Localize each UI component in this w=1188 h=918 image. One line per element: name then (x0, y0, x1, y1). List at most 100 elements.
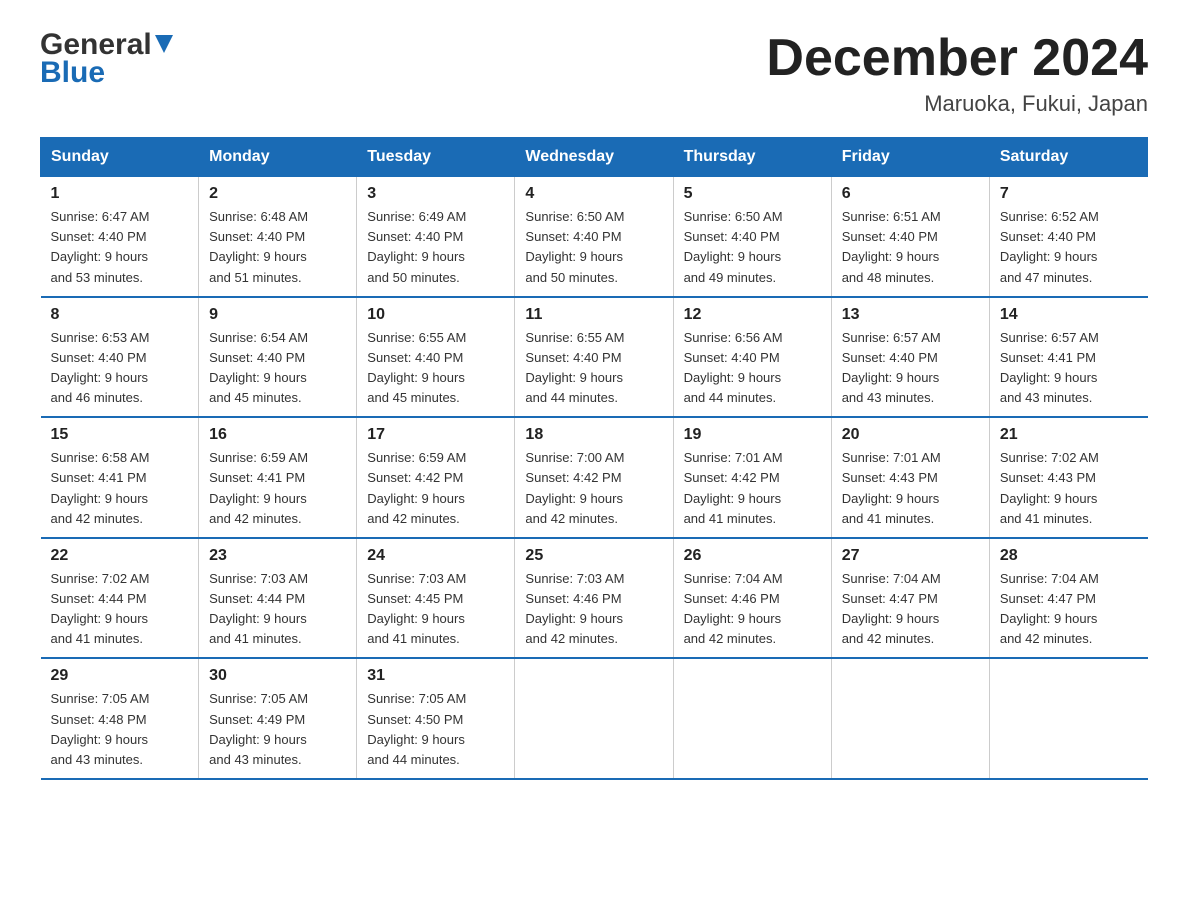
sunset-label: Sunset: 4:44 PM (51, 591, 147, 606)
daylight-minutes: and 46 minutes. (51, 390, 144, 405)
daylight-label: Daylight: 9 hours (209, 491, 307, 506)
daylight-minutes: and 42 minutes. (209, 511, 302, 526)
daylight-minutes: and 45 minutes. (367, 390, 460, 405)
calendar-row: 15 Sunrise: 6:58 AM Sunset: 4:41 PM Dayl… (41, 417, 1148, 538)
daylight-minutes: and 42 minutes. (525, 511, 618, 526)
day-info: Sunrise: 7:04 AM Sunset: 4:47 PM Dayligh… (1000, 569, 1138, 650)
day-number: 15 (51, 426, 189, 444)
daylight-label: Daylight: 9 hours (367, 491, 465, 506)
sunrise-label: Sunrise: 7:05 AM (367, 691, 466, 706)
table-row: 7 Sunrise: 6:52 AM Sunset: 4:40 PM Dayli… (989, 177, 1147, 297)
table-row: 21 Sunrise: 7:02 AM Sunset: 4:43 PM Dayl… (989, 417, 1147, 538)
daylight-label: Daylight: 9 hours (1000, 249, 1098, 264)
calendar-row: 1 Sunrise: 6:47 AM Sunset: 4:40 PM Dayli… (41, 177, 1148, 297)
daylight-minutes: and 53 minutes. (51, 270, 144, 285)
daylight-label: Daylight: 9 hours (525, 611, 623, 626)
table-row: 14 Sunrise: 6:57 AM Sunset: 4:41 PM Dayl… (989, 297, 1147, 418)
day-info: Sunrise: 7:00 AM Sunset: 4:42 PM Dayligh… (525, 448, 662, 529)
day-number: 16 (209, 426, 346, 444)
sunrise-label: Sunrise: 6:58 AM (51, 450, 150, 465)
daylight-label: Daylight: 9 hours (842, 249, 940, 264)
day-info: Sunrise: 6:59 AM Sunset: 4:41 PM Dayligh… (209, 448, 346, 529)
day-info: Sunrise: 6:59 AM Sunset: 4:42 PM Dayligh… (367, 448, 504, 529)
daylight-minutes: and 43 minutes. (209, 752, 302, 767)
header-wednesday: Wednesday (515, 138, 673, 177)
daylight-minutes: and 50 minutes. (367, 270, 460, 285)
sunset-label: Sunset: 4:45 PM (367, 591, 463, 606)
daylight-label: Daylight: 9 hours (684, 491, 782, 506)
page-header: General Blue December 2024 Maruoka, Fuku… (40, 30, 1148, 117)
daylight-label: Daylight: 9 hours (367, 732, 465, 747)
sunset-label: Sunset: 4:40 PM (684, 229, 780, 244)
day-info: Sunrise: 6:50 AM Sunset: 4:40 PM Dayligh… (684, 207, 821, 288)
day-info: Sunrise: 7:01 AM Sunset: 4:42 PM Dayligh… (684, 448, 821, 529)
sunrise-label: Sunrise: 6:59 AM (209, 450, 308, 465)
day-number: 11 (525, 306, 662, 324)
table-row (831, 658, 989, 779)
sunrise-label: Sunrise: 6:50 AM (684, 209, 783, 224)
sunset-label: Sunset: 4:42 PM (367, 470, 463, 485)
sunrise-label: Sunrise: 7:03 AM (209, 571, 308, 586)
daylight-label: Daylight: 9 hours (525, 491, 623, 506)
daylight-minutes: and 44 minutes. (684, 390, 777, 405)
day-number: 26 (684, 547, 821, 565)
day-info: Sunrise: 6:56 AM Sunset: 4:40 PM Dayligh… (684, 328, 821, 409)
sunset-label: Sunset: 4:40 PM (842, 350, 938, 365)
day-number: 24 (367, 547, 504, 565)
sunset-label: Sunset: 4:40 PM (51, 350, 147, 365)
sunrise-label: Sunrise: 6:59 AM (367, 450, 466, 465)
sunset-label: Sunset: 4:42 PM (525, 470, 621, 485)
logo: General Blue (40, 30, 173, 88)
table-row: 23 Sunrise: 7:03 AM Sunset: 4:44 PM Dayl… (199, 538, 357, 659)
table-row: 13 Sunrise: 6:57 AM Sunset: 4:40 PM Dayl… (831, 297, 989, 418)
table-row: 19 Sunrise: 7:01 AM Sunset: 4:42 PM Dayl… (673, 417, 831, 538)
sunrise-label: Sunrise: 7:05 AM (51, 691, 150, 706)
sunset-label: Sunset: 4:46 PM (684, 591, 780, 606)
sunset-label: Sunset: 4:50 PM (367, 712, 463, 727)
table-row: 1 Sunrise: 6:47 AM Sunset: 4:40 PM Dayli… (41, 177, 199, 297)
daylight-minutes: and 47 minutes. (1000, 270, 1093, 285)
sunset-label: Sunset: 4:47 PM (842, 591, 938, 606)
sunset-label: Sunset: 4:41 PM (51, 470, 147, 485)
day-info: Sunrise: 7:05 AM Sunset: 4:48 PM Dayligh… (51, 689, 189, 770)
day-number: 14 (1000, 306, 1138, 324)
sunrise-label: Sunrise: 6:53 AM (51, 330, 150, 345)
daylight-label: Daylight: 9 hours (367, 249, 465, 264)
daylight-label: Daylight: 9 hours (209, 732, 307, 747)
sunrise-label: Sunrise: 7:00 AM (525, 450, 624, 465)
header-tuesday: Tuesday (357, 138, 515, 177)
daylight-label: Daylight: 9 hours (209, 370, 307, 385)
daylight-label: Daylight: 9 hours (684, 370, 782, 385)
day-number: 31 (367, 667, 504, 685)
day-number: 6 (842, 185, 979, 203)
daylight-minutes: and 43 minutes. (1000, 390, 1093, 405)
day-number: 17 (367, 426, 504, 444)
day-number: 1 (51, 185, 189, 203)
day-number: 29 (51, 667, 189, 685)
calendar-table: Sunday Monday Tuesday Wednesday Thursday… (40, 137, 1148, 780)
daylight-label: Daylight: 9 hours (209, 611, 307, 626)
table-row: 5 Sunrise: 6:50 AM Sunset: 4:40 PM Dayli… (673, 177, 831, 297)
daylight-minutes: and 41 minutes. (842, 511, 935, 526)
day-info: Sunrise: 7:03 AM Sunset: 4:46 PM Dayligh… (525, 569, 662, 650)
day-info: Sunrise: 7:03 AM Sunset: 4:45 PM Dayligh… (367, 569, 504, 650)
daylight-minutes: and 43 minutes. (842, 390, 935, 405)
day-info: Sunrise: 7:05 AM Sunset: 4:50 PM Dayligh… (367, 689, 504, 770)
daylight-label: Daylight: 9 hours (1000, 491, 1098, 506)
sunset-label: Sunset: 4:40 PM (525, 229, 621, 244)
sunrise-label: Sunrise: 6:55 AM (525, 330, 624, 345)
daylight-minutes: and 42 minutes. (842, 631, 935, 646)
sunrise-label: Sunrise: 7:01 AM (842, 450, 941, 465)
daylight-label: Daylight: 9 hours (51, 491, 149, 506)
table-row: 12 Sunrise: 6:56 AM Sunset: 4:40 PM Dayl… (673, 297, 831, 418)
table-row (673, 658, 831, 779)
day-info: Sunrise: 7:02 AM Sunset: 4:44 PM Dayligh… (51, 569, 189, 650)
sunset-label: Sunset: 4:40 PM (209, 229, 305, 244)
table-row: 25 Sunrise: 7:03 AM Sunset: 4:46 PM Dayl… (515, 538, 673, 659)
table-row: 15 Sunrise: 6:58 AM Sunset: 4:41 PM Dayl… (41, 417, 199, 538)
table-row: 4 Sunrise: 6:50 AM Sunset: 4:40 PM Dayli… (515, 177, 673, 297)
daylight-label: Daylight: 9 hours (1000, 611, 1098, 626)
day-info: Sunrise: 6:57 AM Sunset: 4:40 PM Dayligh… (842, 328, 979, 409)
sunrise-label: Sunrise: 6:51 AM (842, 209, 941, 224)
daylight-minutes: and 41 minutes. (51, 631, 144, 646)
